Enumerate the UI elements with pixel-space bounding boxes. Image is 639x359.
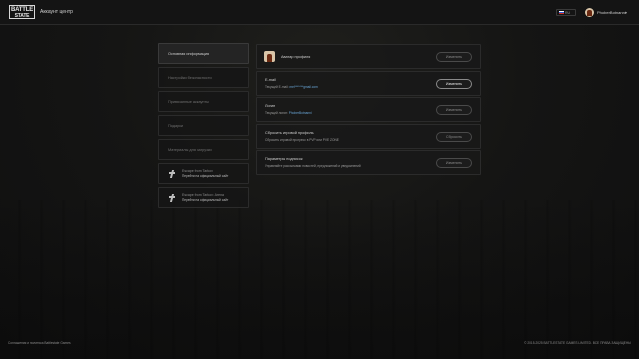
footer-copyright: © 2015-2025 BATTLESTATE GAMES LIMITED. В…	[524, 341, 631, 345]
change-avatar-button[interactable]: Изменить	[436, 52, 472, 62]
username[interactable]: PhoberBotnanni	[597, 10, 626, 15]
email-row-subtitle: Текущий E-mail: mel*******gmail.com	[265, 85, 318, 89]
sidebar-item-label: Материалы для загрузки	[168, 147, 212, 152]
sidebar-item-label: Основная информация	[168, 51, 210, 56]
sidebar-item-downloads[interactable]: Материалы для загрузки	[158, 139, 249, 160]
language-code: RU	[565, 10, 571, 15]
sidebar-item-label: Подарки	[168, 123, 183, 128]
language-selector[interactable]: RU	[556, 9, 576, 16]
email-row-title: E-mail	[265, 77, 276, 82]
login-row-title: Логин	[265, 104, 276, 108]
email-prefix: Текущий E-mail:	[265, 84, 290, 89]
game-link-text: Перейти на официальный сайт	[182, 198, 229, 202]
login-row: Логин Текущий логин: PhoberBotnanni Изме…	[256, 97, 481, 122]
background-forest	[0, 200, 639, 359]
email-value: mel*******gmail.com	[289, 84, 318, 89]
sidebar-item-security[interactable]: Настройки безопасности	[158, 67, 249, 88]
battlestate-logo[interactable]: BATTLE STATE	[9, 5, 35, 19]
sidebar-item-basic-info[interactable]: Основная информация	[158, 43, 249, 64]
game-title: Escape from Tarkov	[182, 169, 213, 173]
logo-line2: STATE	[14, 13, 30, 19]
change-subscriptions-button[interactable]: Изменить	[436, 158, 472, 168]
sidebar-item-label: Привязанные аккаунты	[168, 99, 209, 104]
sidebar-item-label: Настройки безопасности	[168, 75, 212, 80]
profile-settings-panel: Аватар профиля Изменить E-mail Текущий E…	[256, 44, 481, 175]
login-prefix: Текущий логин:	[265, 111, 289, 115]
reset-row-subtitle: Сбросить игровой прогресс в PVP или PVE …	[265, 137, 339, 142]
subscriptions-row: Параметры подписок Управляйте рассылками…	[256, 150, 481, 175]
game-title: Escape from Tarkov: Arena	[182, 193, 224, 197]
email-row: E-mail Текущий E-mail: mel*******gmail.c…	[256, 70, 481, 96]
game-card-arena[interactable]: Escape from Tarkov: Arena Перейти на офи…	[158, 187, 249, 208]
reset-row-title: Сбросить игровой профиль	[265, 130, 314, 135]
arena-logo-icon	[169, 194, 176, 202]
change-email-button[interactable]: Изменить	[436, 78, 472, 89]
russia-flag-icon	[559, 10, 564, 15]
login-row-subtitle: Текущий логин: PhoberBotnanni	[265, 111, 312, 115]
avatar-row-title: Аватар профиля	[281, 55, 311, 59]
game-link-text: Перейти на официальный сайт	[182, 174, 229, 178]
chevron-down-icon[interactable]: ▾	[625, 10, 627, 15]
change-login-button[interactable]: Изменить	[436, 105, 472, 115]
reset-profile-button[interactable]: Сбросить	[436, 131, 472, 142]
app-title: Аккаунт центр	[40, 9, 73, 15]
sidebar-item-linked-accounts[interactable]: Привязанные аккаунты	[158, 91, 249, 112]
subscriptions-row-subtitle: Управляйте рассылками новостей, предложе…	[265, 164, 361, 168]
profile-avatar	[264, 51, 275, 62]
sidebar: Основная информация Настройки безопаснос…	[158, 43, 249, 211]
subscriptions-row-title: Параметры подписок	[265, 157, 303, 161]
footer-policy-link[interactable]: Соглашения и политика Battlestate Games	[8, 341, 71, 345]
avatar[interactable]	[585, 8, 594, 17]
game-card-tarkov[interactable]: Escape from Tarkov Перейти на официальны…	[158, 163, 249, 184]
sidebar-item-gifts[interactable]: Подарки	[158, 115, 249, 136]
tarkov-logo-icon	[169, 170, 176, 178]
top-header: BATTLE STATE Аккаунт центр RU PhoberBotn…	[0, 0, 639, 25]
login-value: PhoberBotnanni	[288, 111, 312, 115]
avatar-row: Аватар профиля Изменить	[256, 44, 481, 69]
reset-profile-row: Сбросить игровой профиль Сбросить игрово…	[256, 123, 481, 149]
